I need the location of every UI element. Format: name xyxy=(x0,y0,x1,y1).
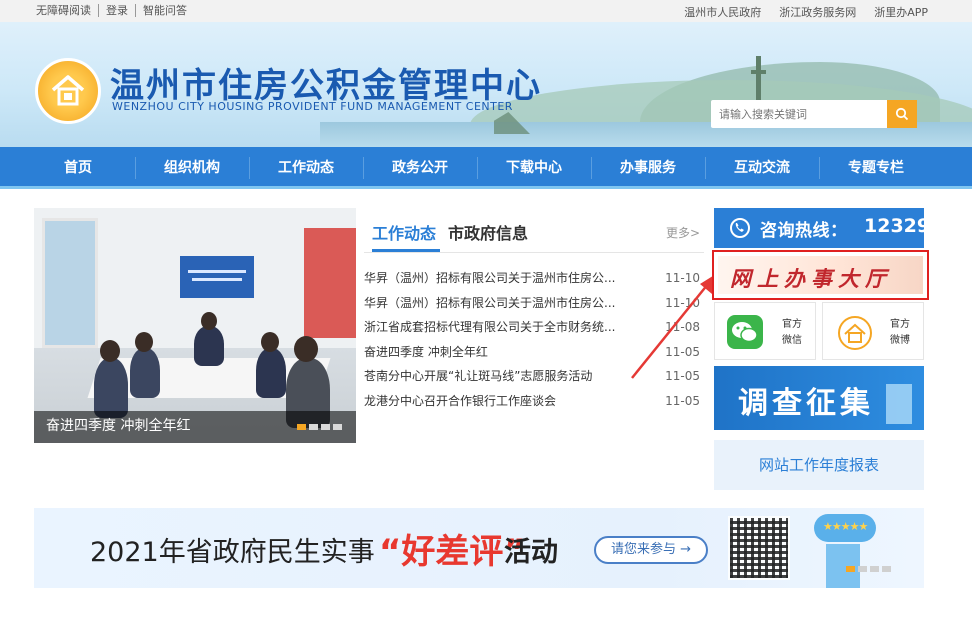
star-rating: ★★★★★ xyxy=(823,520,868,533)
online-service-hall-banner: 网上办事大厅 xyxy=(718,256,923,294)
slide-photo-person xyxy=(294,336,318,362)
more-link[interactable]: 更多> xyxy=(666,224,700,241)
nav-item-downloads[interactable]: 下载中心 xyxy=(477,147,591,189)
wechat-label-line: 微信 xyxy=(782,335,802,346)
slide-caption[interactable]: 奋进四季度 冲刺全年红 xyxy=(46,415,190,435)
slide-photo-panel xyxy=(304,228,356,338)
nav-item-work-news[interactable]: 工作动态 xyxy=(249,147,363,189)
city-government-link[interactable]: 温州市人民政府 xyxy=(684,4,761,20)
slide-dot[interactable] xyxy=(297,424,306,430)
promo-dot[interactable] xyxy=(882,566,891,572)
slide-dot[interactable] xyxy=(333,424,342,430)
rating-bubble-icon: ★★★★★ xyxy=(814,514,876,542)
news-tabs: 工作动态 市政府信息 更多> xyxy=(364,208,704,253)
weibo-button[interactable]: 官方 微博 xyxy=(822,302,924,360)
slide-photo-person xyxy=(135,332,153,352)
header-banner: 温州市住房公积金管理中心 WENZHOU CITY HOUSING PROVID… xyxy=(0,22,972,147)
hotline-banner[interactable]: 咨询热线： 12329 xyxy=(714,208,930,248)
house-icon xyxy=(835,315,872,350)
promo-text: 2021年省政府民生实事 xyxy=(90,537,375,568)
phone-icon xyxy=(730,218,750,238)
nav-item-services[interactable]: 办事服务 xyxy=(591,147,705,189)
tab-city-government-info[interactable]: 市政府信息 xyxy=(448,220,528,244)
online-service-hall-button[interactable]: 网上办事大厅 xyxy=(712,250,929,300)
promo-dot[interactable] xyxy=(858,566,867,572)
main-nav: 首页 组织机构 工作动态 政务公开 下载中心 办事服务 互动交流 专题专栏 xyxy=(0,147,972,189)
survey-label: 调查征集 xyxy=(738,386,874,421)
house-icon xyxy=(51,75,85,106)
weibo-label-line: 官方 xyxy=(890,319,910,330)
qr-code-icon xyxy=(728,516,790,580)
news-title[interactable]: 奋进四季度 冲刺全年红 xyxy=(364,340,644,364)
slide-dot[interactable] xyxy=(309,424,318,430)
slide-photo-window xyxy=(42,218,98,348)
promo-banner[interactable]: 2021年省政府民生实事 “好差评” 活动 请您来参与 → ★★★★★ xyxy=(34,508,924,588)
slide-photo-person xyxy=(94,358,128,418)
zhejiang-service-link[interactable]: 浙江政务服务网 xyxy=(779,4,856,20)
news-title[interactable]: 龙港分中心召开合作银行工作座谈会 xyxy=(364,389,644,413)
banner-tower xyxy=(756,56,761,104)
slide-photo-person xyxy=(130,348,160,398)
wechat-button[interactable]: 官方 微信 xyxy=(714,302,816,360)
nav-item-interaction[interactable]: 互动交流 xyxy=(705,147,819,189)
slide-photo-person xyxy=(100,340,120,362)
nav-item-government-affairs[interactable]: 政务公开 xyxy=(363,147,477,189)
survey-banner[interactable]: 调查征集 xyxy=(714,366,924,430)
slide-indicator xyxy=(297,424,342,430)
slide-photo-person xyxy=(201,312,217,330)
list-item[interactable]: 龙港分中心召开合作银行工作座谈会 11-05 xyxy=(364,389,704,414)
slide-photo-person xyxy=(256,348,286,398)
top-utility-bar: 无障碍阅读 登录 智能问答 温州市人民政府 浙江政务服务网 浙里办APP xyxy=(0,0,972,22)
weibo-label-line: 微博 xyxy=(890,335,910,346)
wechat-label-line: 官方 xyxy=(782,319,802,330)
login-link[interactable]: 登录 xyxy=(98,4,135,17)
wechat-label: 官方 微信 xyxy=(777,317,807,349)
site-logo[interactable] xyxy=(35,58,101,124)
slide-photo-person xyxy=(261,332,279,352)
slide-photo-screen xyxy=(180,256,254,298)
tab-work-news[interactable]: 工作动态 xyxy=(372,220,436,244)
news-date: 11-05 xyxy=(665,393,700,408)
top-right-links: 温州市人民政府 浙江政务服务网 浙里办APP xyxy=(684,4,928,20)
slide-dot[interactable] xyxy=(321,424,330,430)
news-title[interactable]: 华昇（温州）招标有限公司关于温州市住房公... xyxy=(364,266,644,290)
news-title[interactable]: 华昇（温州）招标有限公司关于温州市住房公... xyxy=(364,291,644,315)
nav-item-organization[interactable]: 组织机构 xyxy=(135,147,249,189)
nav-item-special-topics[interactable]: 专题专栏 xyxy=(819,147,933,189)
weibo-label: 官方 微博 xyxy=(885,317,915,349)
top-left-links: 无障碍阅读 登录 智能问答 xyxy=(36,4,194,17)
wechat-icon xyxy=(727,315,763,349)
hotline-number: 12329 xyxy=(864,215,931,237)
search-button[interactable] xyxy=(887,100,917,128)
promo-text-after: 活动 xyxy=(504,537,558,568)
promo-dot[interactable] xyxy=(846,566,855,572)
nav-item-home[interactable]: 首页 xyxy=(21,147,135,189)
promo-indicator xyxy=(846,566,891,572)
slide-photo-person xyxy=(194,326,224,366)
accessibility-link[interactable]: 无障碍阅读 xyxy=(36,4,98,17)
annual-report-button[interactable]: 网站工作年度报表 xyxy=(714,440,924,490)
smart-qa-link[interactable]: 智能问答 xyxy=(135,4,194,17)
online-service-hall-label: 网上办事大厅 xyxy=(730,266,892,291)
site-subtitle: WENZHOU CITY HOUSING PROVIDENT FUND MANA… xyxy=(112,100,513,113)
news-title[interactable]: 苍南分中心开展“礼让斑马线”志愿服务活动 xyxy=(364,364,644,388)
search-input[interactable] xyxy=(711,100,887,128)
news-slideshow[interactable]: 奋进四季度 冲刺全年红 xyxy=(34,208,356,443)
news-title[interactable]: 浙江省成套招标代理有限公司关于全市财务统... xyxy=(364,315,644,339)
search-icon xyxy=(895,107,909,121)
zheliban-app-link[interactable]: 浙里办APP xyxy=(874,4,928,20)
hotline-label: 咨询热线： xyxy=(760,221,848,241)
banner-tower xyxy=(751,70,766,74)
building-icon xyxy=(886,384,912,424)
promo-dot[interactable] xyxy=(870,566,879,572)
active-tab-indicator xyxy=(372,249,440,252)
participate-button[interactable]: 请您来参与 → xyxy=(594,536,708,564)
search-box xyxy=(711,100,917,128)
